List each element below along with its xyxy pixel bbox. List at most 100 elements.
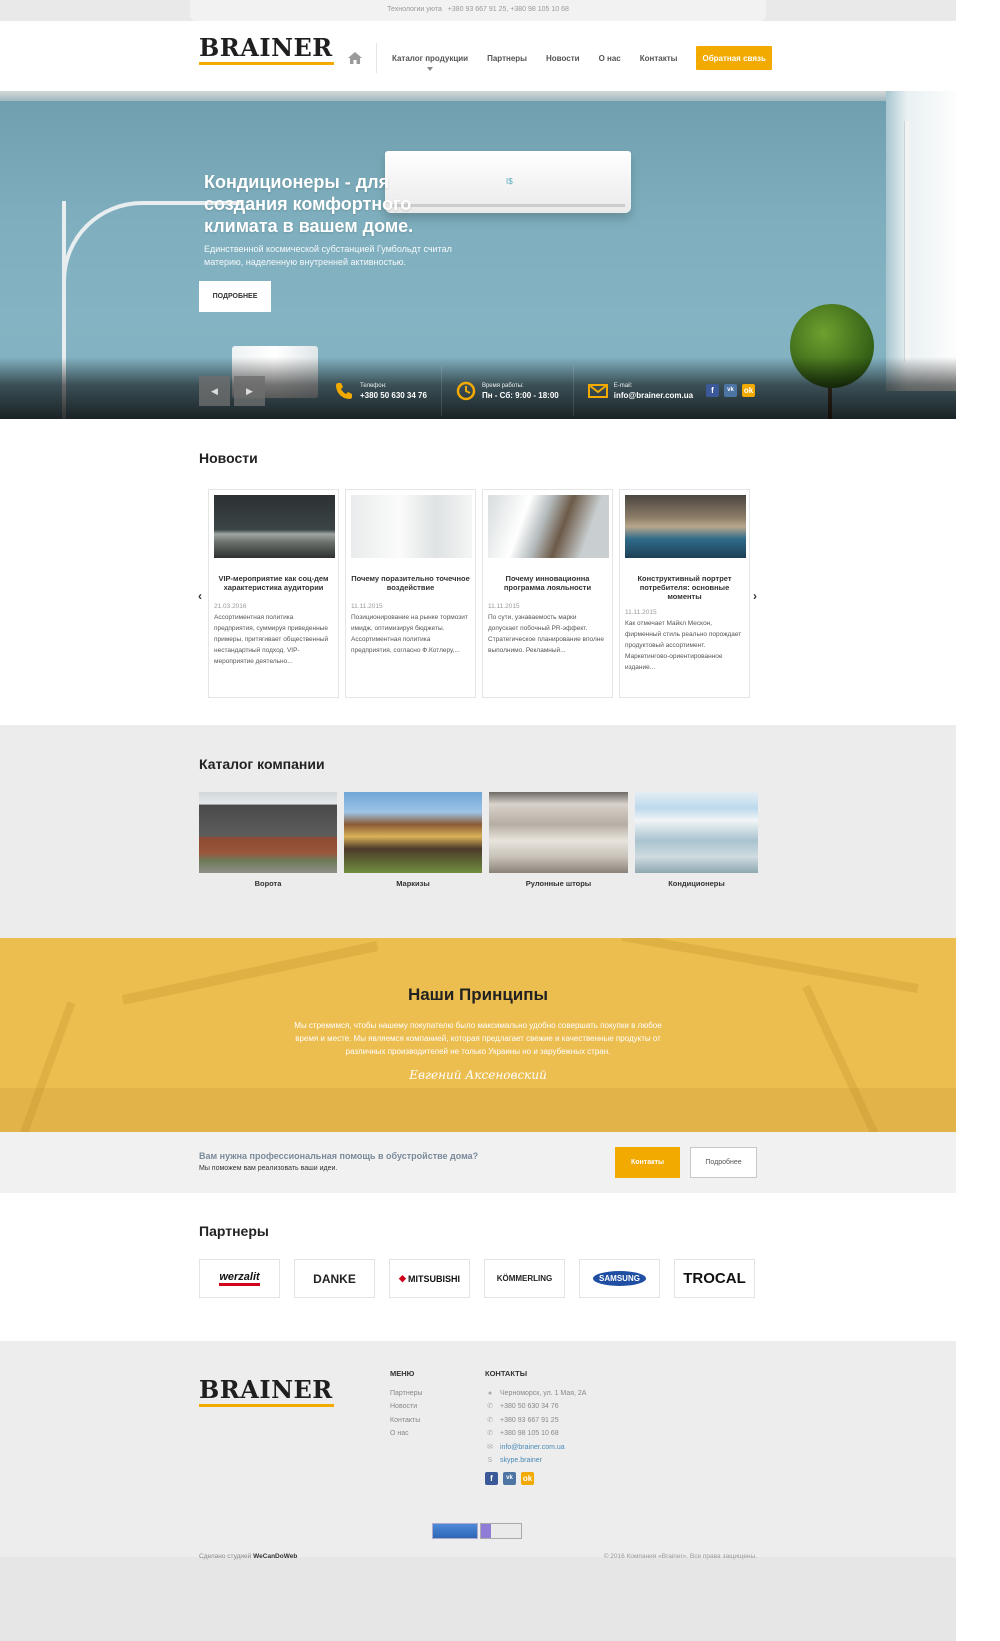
site-header: BRAINER Каталог продукции Партнеры Новос… bbox=[0, 21, 956, 91]
partner-logo-mitsubishi[interactable]: ◆ MITSUBISHI bbox=[389, 1259, 470, 1298]
contacts-button[interactable]: Контакты bbox=[615, 1147, 680, 1178]
footer-logo[interactable]: BRAINER bbox=[199, 1377, 335, 1407]
clock-icon bbox=[456, 381, 476, 401]
hero-subtitle: Единственной космической субстанцией Гум… bbox=[204, 244, 452, 267]
odnoklassniki-icon[interactable]: ok bbox=[521, 1472, 534, 1486]
facebook-icon[interactable]: f bbox=[706, 384, 719, 397]
news-cards: VIP-мероприятие как соц-дем характеристи… bbox=[208, 489, 756, 698]
news-card-text: Позиционирование на рынке тормозит имидж… bbox=[351, 614, 468, 654]
bg-floor bbox=[0, 1088, 956, 1132]
map-pin-icon: ● bbox=[487, 1390, 493, 1397]
news-title: Новости bbox=[199, 450, 258, 466]
made-by-prefix: Сделано студией bbox=[199, 1553, 252, 1560]
news-card-title[interactable]: Конструктивный портрет потребителя: осно… bbox=[625, 574, 744, 601]
envelope-icon: ✉ bbox=[487, 1443, 493, 1451]
catalog-item-roller-blinds[interactable]: Рулонные шторы bbox=[489, 792, 628, 888]
info-email-value[interactable]: info@brainer.com.ua bbox=[614, 391, 693, 400]
news-card[interactable]: Почему поразительно точечное воздействие… bbox=[345, 489, 476, 698]
nav-item-catalog[interactable]: Каталог продукции bbox=[392, 53, 469, 71]
chevron-down-icon bbox=[427, 66, 434, 71]
feedback-button[interactable]: Обратная связь bbox=[696, 46, 772, 70]
cta-band: Вам нужна профессиональная помощь в обус… bbox=[0, 1132, 956, 1193]
footer-phone: ✆ +380 98 105 10 68 bbox=[485, 1427, 586, 1440]
catalog-item-awnings[interactable]: Маркизы bbox=[344, 792, 482, 888]
news-card[interactable]: VIP-мероприятие как соц-дем характеристи… bbox=[208, 489, 339, 698]
news-prev-arrow[interactable]: ‹ bbox=[198, 589, 202, 603]
nav-item-about[interactable]: О нас bbox=[599, 54, 621, 63]
info-email: E-mail: info@brainer.com.ua bbox=[572, 366, 707, 416]
partner-logo-kommerling[interactable]: KÖMMERLING bbox=[484, 1259, 565, 1298]
footer-email: ✉ info@brainer.com.ua bbox=[485, 1441, 586, 1454]
nav-item-news[interactable]: Новости bbox=[546, 54, 580, 63]
cta-subtext: Мы поможем вам реализовать ваши идеи. bbox=[199, 1165, 338, 1172]
vk-icon[interactable]: vk bbox=[724, 384, 737, 397]
nav-item-catalog-label: Каталог продукции bbox=[392, 53, 469, 63]
catalog-item-conditioners[interactable]: Кондиционеры bbox=[635, 792, 758, 888]
footer-social: f vk ok bbox=[485, 1472, 586, 1486]
news-card-title[interactable]: Почему поразительно точечное воздействие bbox=[351, 574, 470, 595]
vk-icon[interactable]: vk bbox=[503, 1472, 516, 1486]
news-card[interactable]: Конструктивный портрет потребителя: осно… bbox=[619, 489, 750, 698]
footer-phone: ✆ +380 50 630 34 76 bbox=[485, 1400, 586, 1413]
footer-menu-news[interactable]: Новости bbox=[390, 1400, 423, 1413]
partner-logo-danke[interactable]: DANKE bbox=[294, 1259, 375, 1298]
counter-badge[interactable] bbox=[432, 1523, 478, 1539]
news-image bbox=[488, 495, 609, 558]
partner-logo-text: DANKE bbox=[313, 1271, 356, 1286]
catalog-section: Каталог компании Ворота Маркизы Рулонные… bbox=[0, 725, 956, 938]
footer-phone-text[interactable]: +380 50 630 34 76 bbox=[500, 1400, 559, 1413]
footer-phone-text[interactable]: +380 98 105 10 68 bbox=[500, 1427, 559, 1440]
partners-title: Партнеры bbox=[199, 1223, 269, 1239]
partner-logos: werzalit DANKE ◆ MITSUBISHI KÖMMERLING SA… bbox=[199, 1259, 769, 1298]
principles-title: Наши Принципы bbox=[407, 985, 549, 1004]
news-card-title[interactable]: Почему инновационна программа лояльности bbox=[488, 574, 607, 595]
main-nav: Каталог продукции Партнеры Новости О нас… bbox=[348, 43, 772, 73]
footer-menu-contacts[interactable]: Контакты bbox=[390, 1414, 423, 1427]
catalog-caption: Кондиционеры bbox=[668, 879, 725, 888]
nav-divider bbox=[376, 43, 377, 73]
footer-email-link[interactable]: info@brainer.com.ua bbox=[500, 1441, 565, 1454]
footer-skype-link[interactable]: skype.brainer bbox=[500, 1454, 542, 1467]
partner-logo-samsung[interactable]: SAMSUNG bbox=[579, 1259, 660, 1298]
hero-ceiling bbox=[0, 91, 956, 101]
principles-text: Мы стремимся, чтобы нашему покупателю бы… bbox=[294, 1021, 662, 1056]
news-card-title[interactable]: VIP-мероприятие как соц-дем характеристи… bbox=[214, 574, 333, 595]
more-button[interactable]: Подробнее bbox=[690, 1147, 757, 1178]
metrika-badge[interactable] bbox=[480, 1523, 522, 1539]
nav-item-partners[interactable]: Партнеры bbox=[487, 54, 527, 63]
phone-icon bbox=[336, 383, 352, 399]
envelope-icon bbox=[587, 384, 608, 398]
footer-menu-about[interactable]: О нас bbox=[390, 1427, 423, 1440]
hero-social: f vk ok bbox=[706, 384, 760, 397]
partner-logo-werzalit[interactable]: werzalit bbox=[199, 1259, 280, 1298]
footer-address: ● Черноморск, ул. 1 Мая, 2А bbox=[485, 1387, 587, 1400]
made-by-studio[interactable]: WeCanDoWeb bbox=[253, 1553, 297, 1560]
news-card[interactable]: Почему инновационна программа лояльности… bbox=[482, 489, 613, 698]
logo-text: BRAINER bbox=[199, 33, 333, 62]
nav-item-contacts[interactable]: Контакты bbox=[640, 54, 678, 63]
odnoklassniki-icon[interactable]: ok bbox=[742, 384, 755, 397]
top-phones: +380 93 667 91 25, +380 98 105 10 68 bbox=[447, 6, 569, 13]
news-card-text: Как отмечает Майкл Мескон, фирменный сти… bbox=[625, 620, 742, 671]
partner-logo-text: TROCAL bbox=[683, 1270, 746, 1287]
tagline: Технологии уюта bbox=[387, 6, 442, 13]
hero-title: Кондиционеры - для создания комфортного … bbox=[204, 172, 414, 236]
catalog-item-gates[interactable]: Ворота bbox=[199, 792, 337, 888]
footer-phone-text[interactable]: +380 93 667 91 25 bbox=[500, 1414, 559, 1427]
news-card-date: 11.11.2015 bbox=[625, 609, 657, 616]
home-icon[interactable] bbox=[348, 52, 362, 64]
site-logo[interactable]: BRAINER bbox=[199, 35, 335, 65]
footer-logo-text: BRAINER bbox=[199, 1375, 333, 1404]
principles-signature: Евгений Аксеновский bbox=[409, 1068, 547, 1082]
info-phone-value[interactable]: +380 50 630 34 76 bbox=[360, 391, 427, 400]
hero-more-button[interactable]: ПОДРОБНЕЕ bbox=[199, 281, 271, 312]
hero-info-bar: Телефон: +380 50 630 34 76 Время работы: П… bbox=[320, 366, 707, 416]
skype-icon: S bbox=[487, 1457, 493, 1465]
footer-menu-partners[interactable]: Партнеры bbox=[390, 1387, 423, 1400]
copyright: © 2016 Компания «Brainer». Все права защ… bbox=[603, 1553, 757, 1560]
news-image bbox=[625, 495, 746, 558]
partner-logo-trocal[interactable]: TROCAL bbox=[674, 1259, 755, 1298]
slider-next-button[interactable]: ▶ bbox=[234, 376, 265, 406]
facebook-icon[interactable]: f bbox=[485, 1472, 498, 1486]
slider-prev-button[interactable]: ◀ bbox=[199, 376, 230, 406]
